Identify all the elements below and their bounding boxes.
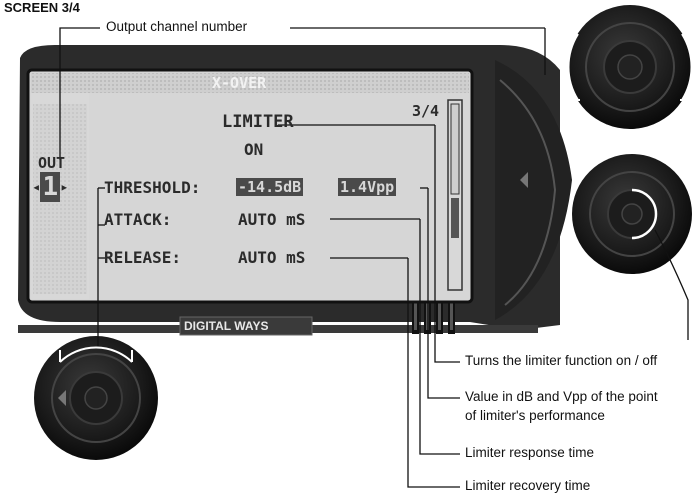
- annotation-output-channel: Output channel number: [106, 19, 248, 34]
- lcd-threshold-vpp: 1.4Vpp: [338, 178, 397, 196]
- lcd-title: LIMITER: [222, 112, 294, 132]
- lcd-attack-label: ATTACK:: [104, 210, 172, 229]
- lcd-threshold-db: -14.5dB: [236, 178, 304, 196]
- lcd-out-label: OUT: [38, 154, 66, 172]
- lcd-page-indicator: 3/4: [412, 102, 440, 120]
- annotation-value-line1: Value in dB and Vpp of the point: [465, 389, 658, 404]
- lcd-header: X-OVER: [212, 74, 267, 92]
- lcd-attack-value: AUTO mS: [238, 210, 306, 229]
- lcd-release-value: AUTO mS: [238, 248, 306, 267]
- lcd-threshold-label: THRESHOLD:: [104, 178, 201, 197]
- top-right-knob: [567, 5, 693, 129]
- annotation-on-off: Turns the limiter function on / off: [465, 353, 658, 368]
- channel-next-icon: ▸: [60, 179, 69, 196]
- lcd-status: ON: [244, 140, 264, 159]
- lcd-release-label: RELEASE:: [104, 248, 182, 267]
- middle-right-knob: [572, 154, 692, 340]
- annotation-response: Limiter response time: [465, 445, 595, 460]
- annotation-value-line2: of limiter's performance: [465, 408, 605, 423]
- brand-label: DIGITAL WAYS: [184, 319, 269, 333]
- bottom-left-knob: [34, 336, 158, 460]
- lcd-channel-number: ◂1 ▸: [32, 172, 69, 202]
- annotation-recovery: Limiter recovery time: [465, 478, 591, 493]
